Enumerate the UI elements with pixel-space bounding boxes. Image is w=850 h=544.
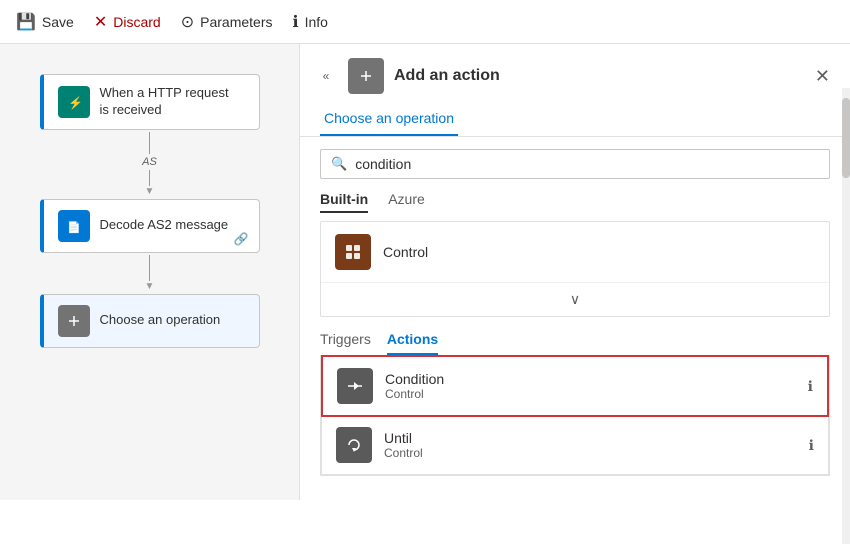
panel-header-left: « Add an action [314,58,500,94]
condition-info-button[interactable]: ℹ [808,378,813,395]
search-input[interactable] [355,156,819,172]
info-icon: ℹ [292,12,298,32]
decode-node-icon: 📄 [58,210,90,242]
control-result-item[interactable]: Control [321,222,829,283]
discard-button[interactable]: ✕ Discard [94,12,161,32]
operation-node-label: Choose an operation [100,312,221,329]
control-result-text: Control [383,244,815,260]
search-icon: 🔍 [331,156,347,172]
parameters-icon: ⊙ [181,12,194,32]
condition-action-item[interactable]: Condition Control ℹ [321,355,829,417]
panel-title: Add an action [394,67,500,85]
panel-header: « Add an action ✕ [300,44,850,94]
action-section: Triggers Actions Condition [320,325,830,476]
results-section: Control ∨ [320,221,830,317]
filter-tab-builtin[interactable]: Built-in [320,191,368,213]
panel-close-button[interactable]: ✕ [815,67,830,85]
operation-node[interactable]: Choose an operation [40,294,260,348]
panel-tabs: Choose an operation [300,102,850,137]
filter-tabs: Built-in Azure [300,191,850,213]
until-info-button[interactable]: ℹ [809,437,814,454]
scrollbar-thumb[interactable] [842,98,850,178]
decode-node-label: Decode AS2 message [100,217,229,234]
until-action-item[interactable]: Until Control ℹ [322,416,828,474]
parameters-button[interactable]: ⊙ Parameters [181,12,273,32]
decode-node[interactable]: 📄 Decode AS2 message 🔗 [40,199,260,253]
until-action-text: Until Control [384,430,797,460]
info-button[interactable]: ℹ Info [292,12,327,32]
main-container: ⚡ When a HTTP requestis received AS ▼ 📄 … [0,44,850,500]
flow-canvas: ⚡ When a HTTP requestis received AS ▼ 📄 … [0,44,300,500]
control-result-icon [335,234,371,270]
condition-action-text: Condition Control [385,371,796,401]
search-box: 🔍 [320,149,830,179]
svg-text:⚡: ⚡ [68,96,83,110]
action-list: Condition Control ℹ Unti [320,355,830,476]
tab-actions[interactable]: Actions [387,325,438,355]
expand-button[interactable]: ∨ [321,283,829,316]
save-button[interactable]: 💾 Save [16,12,74,32]
panel-action-icon [348,58,384,94]
parameters-label: Parameters [200,14,272,30]
http-node-label: When a HTTP requestis received [100,85,229,119]
http-node-icon: ⚡ [58,86,90,118]
filter-tab-azure[interactable]: Azure [388,191,425,213]
condition-action-icon [337,368,373,404]
discard-icon: ✕ [94,12,107,32]
tab-choose-operation[interactable]: Choose an operation [320,102,458,136]
discard-label: Discard [113,14,160,30]
collapse-button[interactable]: « [314,64,338,88]
link-icon: 🔗 [234,232,249,246]
toolbar: 💾 Save ✕ Discard ⊙ Parameters ℹ Info [0,0,850,44]
operation-node-icon [58,305,90,337]
right-panel: « Add an action ✕ Choose an operation [300,44,850,500]
svg-text:📄: 📄 [67,221,81,234]
scrollbar-track[interactable] [842,88,850,544]
until-action-icon [336,427,372,463]
save-icon: 💾 [16,12,36,32]
action-tabs: Triggers Actions [320,325,830,356]
info-label: Info [305,14,328,30]
http-node[interactable]: ⚡ When a HTTP requestis received [40,74,260,130]
save-label: Save [42,14,74,30]
tab-triggers[interactable]: Triggers [320,325,371,355]
